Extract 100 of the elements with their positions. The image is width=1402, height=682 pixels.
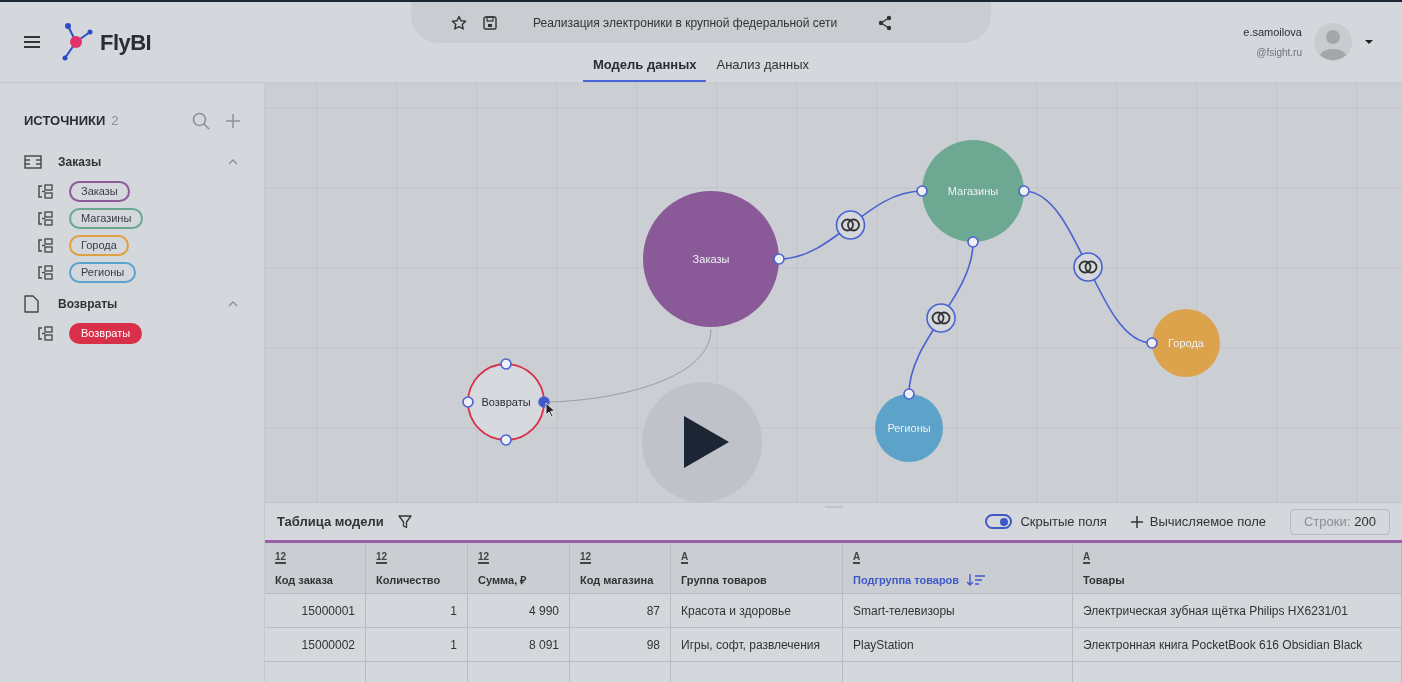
search-icon (192, 111, 210, 130)
chevron-up-icon (228, 300, 238, 307)
table-node[interactable] (922, 140, 1024, 242)
filter-button[interactable] (397, 514, 412, 529)
join-icon[interactable] (1073, 252, 1103, 282)
column-header[interactable]: Подгруппа товаров (853, 572, 960, 589)
node-label: Магазины (947, 183, 999, 199)
connector-handle[interactable] (538, 396, 550, 408)
table-cell-text: 87 (646, 602, 660, 620)
join-icon[interactable] (926, 303, 956, 333)
table-cell-text: 98 (646, 636, 660, 654)
join-icon[interactable] (835, 210, 866, 240)
connector-handle[interactable] (1146, 337, 1158, 349)
tree-node-icon (38, 183, 53, 199)
node-label: Заказы (692, 251, 730, 267)
sidebar-title: ИСТОЧНИКИ (24, 112, 106, 130)
table-chip[interactable]: Возвраты (69, 322, 143, 344)
table-cell-text: Электронная книга PocketBook 616 Obsidian Black (1083, 636, 1363, 654)
cursor-icon (545, 402, 556, 418)
document-title: Реализация электроники в крупной федеральной сети (533, 14, 838, 32)
type-label: 12 (376, 551, 388, 564)
user-name: e.samoilova (1243, 25, 1302, 41)
connector-handle[interactable] (1018, 185, 1030, 197)
node-label: Возвраты (481, 394, 531, 410)
connector-handle[interactable] (773, 253, 785, 265)
table-chip[interactable]: Города (69, 234, 129, 256)
avatar-icon (1314, 23, 1352, 61)
share-button[interactable] (877, 14, 894, 31)
table-cell-text: 15000002 (301, 636, 355, 654)
column-header[interactable]: Количество (376, 572, 441, 589)
plus-icon (226, 113, 240, 128)
panel-title: Таблица модели (277, 512, 384, 531)
table-cell-text: 1 (450, 636, 457, 654)
menu-icon (24, 36, 40, 48)
table-chip[interactable]: Регионы (69, 261, 137, 283)
file-icon (24, 294, 39, 313)
node-label: Регионы (887, 420, 931, 436)
star-icon (451, 14, 467, 31)
table-node[interactable] (1152, 309, 1220, 377)
field-value: 200 (1354, 512, 1377, 531)
rows-field[interactable]: Строки: 200 (1290, 508, 1390, 535)
table-cell-text: PlayStation (853, 636, 914, 654)
source-count: 2 (111, 112, 119, 130)
app-name: FlyBI (100, 28, 152, 57)
connector-handle[interactable] (462, 396, 474, 408)
connector-handle[interactable] (500, 358, 512, 370)
share-icon (877, 14, 894, 31)
source-name: Возвраты (58, 295, 119, 313)
connector-handle[interactable] (916, 185, 928, 197)
table-node[interactable] (643, 191, 779, 327)
user-domain: @fsight.ru (1256, 45, 1302, 60)
column-header[interactable]: Группа товаров (681, 572, 767, 589)
connector-handle[interactable] (903, 388, 915, 400)
table-cell-text: Электрическая зубная щётка Philips HX6231/01 (1083, 602, 1348, 620)
column-header[interactable]: Товары (1083, 572, 1125, 589)
table-cell-text: 15000001 (301, 602, 355, 620)
sort-icon[interactable] (967, 574, 986, 587)
tree-node-icon (38, 237, 53, 253)
toggle-switch[interactable] (985, 514, 1013, 529)
caret-icon (1364, 39, 1374, 45)
table-chip[interactable]: Заказы (69, 180, 130, 202)
type-label: A (853, 551, 861, 564)
table-cell-text: 8 091 (528, 636, 559, 654)
toggle-label: Скрытые поля (1020, 512, 1107, 531)
table-cell-text: 1 (450, 602, 457, 620)
user-menu-button[interactable] (1364, 39, 1374, 45)
table-node[interactable] (875, 394, 943, 462)
save-button[interactable] (483, 15, 497, 30)
column-header[interactable]: Код магазина (580, 572, 654, 589)
table-chip[interactable]: Магазины (69, 207, 144, 229)
tree-node-icon (38, 325, 53, 341)
connector-handle[interactable] (500, 434, 512, 446)
filter-icon (397, 514, 412, 529)
tab[interactable]: Анализ данных (706, 50, 819, 82)
type-label: A (681, 551, 689, 564)
tree-node-icon (38, 210, 53, 226)
table-cell-text: Красота и здоровье (681, 602, 791, 620)
favorite-button[interactable] (451, 14, 467, 31)
menu-button[interactable] (24, 36, 40, 48)
column-header[interactable]: Код заказа (275, 572, 333, 589)
save-icon (483, 15, 497, 30)
type-label: 12 (478, 551, 490, 564)
table-cell-text: 4 990 (528, 602, 559, 620)
source-name: Заказы (58, 153, 103, 171)
connector-handle[interactable] (967, 236, 979, 248)
table-cell-text: Smart-телевизоры (853, 602, 955, 620)
table-node[interactable] (467, 363, 545, 441)
column-header[interactable]: Сумма, ₽ (478, 572, 527, 589)
table-icon (24, 154, 42, 169)
add-computed-field-button[interactable]: Вычисляемое поле (1130, 511, 1266, 532)
field-label: Строки: (1303, 512, 1351, 531)
tree-node-icon (38, 264, 53, 280)
type-label: 12 (580, 551, 592, 564)
type-label: 12 (275, 551, 287, 564)
node-label: Города (1168, 335, 1204, 351)
play-button[interactable] (642, 382, 762, 502)
plus-icon (1130, 515, 1143, 528)
chevron-up-icon (228, 158, 238, 165)
type-label: A (1083, 551, 1091, 564)
table-cell-text: Игры, софт, развлечения (681, 636, 821, 654)
